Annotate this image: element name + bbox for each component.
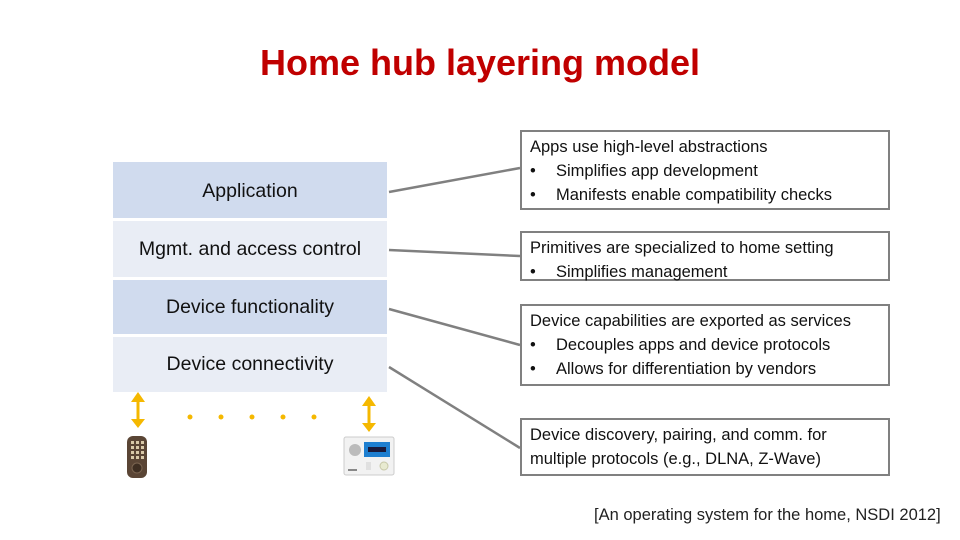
connector-functionality [388,307,521,347]
security-panel-icon [343,436,395,476]
ellipsis-dot [249,414,255,420]
double-arrow-icon [362,396,376,432]
citation: [An operating system for the home, NSDI … [594,506,941,524]
ellipsis-dot [187,414,193,420]
ellipsis-dot [218,414,224,420]
double-arrow-icon [131,392,145,428]
connector-connectivity [388,365,521,450]
ellipsis-dot [311,414,317,420]
smart-lock-icon [127,436,147,478]
diagram-overlay [127,166,521,478]
connector-application [388,166,521,194]
ellipsis-dot [280,414,286,420]
connector-mgmt [388,248,521,258]
